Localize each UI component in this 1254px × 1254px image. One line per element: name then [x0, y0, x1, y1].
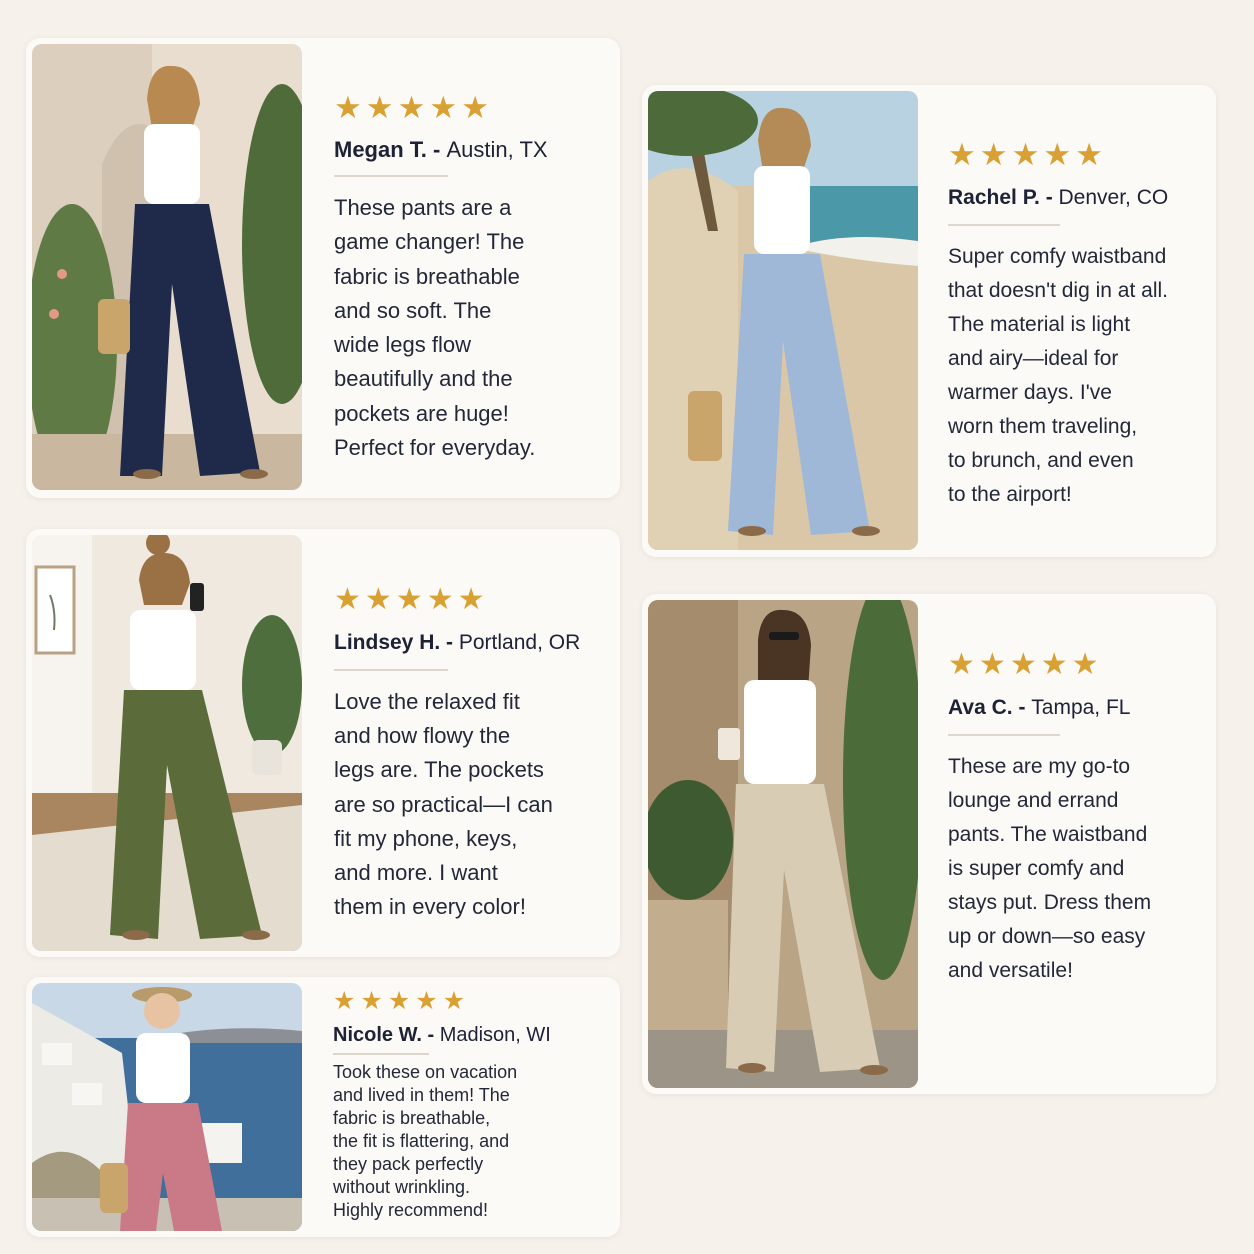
star-icon: ★	[333, 987, 361, 1015]
star-icon: ★	[360, 987, 388, 1015]
rating-stars: ★ ★ ★ ★ ★	[334, 92, 614, 123]
reviewer-name: Lindsey H.	[334, 631, 441, 654]
review-photo	[32, 535, 302, 951]
review-text: Love the relaxed fit and how flowy the l…	[334, 689, 553, 920]
star-icon: ★	[395, 583, 427, 616]
review-photo	[648, 91, 918, 550]
rating-stars: ★ ★ ★ ★ ★	[333, 989, 613, 1014]
review-photo	[648, 600, 918, 1088]
star-icon: ★	[948, 648, 979, 681]
reviewer-line: Rachel P. - Denver, CO	[948, 186, 1169, 209]
star-icon: ★	[387, 987, 416, 1015]
divider	[948, 224, 1060, 226]
star-icon: ★	[364, 583, 396, 616]
reviewer-location: Austin, TX	[446, 137, 548, 162]
review-photo	[32, 44, 302, 490]
divider	[333, 1053, 429, 1055]
star-icon: ★	[1071, 648, 1103, 681]
star-icon: ★	[415, 987, 443, 1015]
star-icon: ★	[429, 90, 462, 125]
review-card-megan: ★ ★ ★ ★ ★ Megan T. - Austin, TX These pa…	[26, 38, 620, 498]
reviewer-line: Nicole W. - Madison, WI	[333, 1024, 551, 1046]
divider	[334, 669, 448, 671]
star-icon: ★	[1011, 137, 1044, 172]
star-icon: ★	[1043, 137, 1076, 172]
rating-stars: ★ ★ ★ ★ ★	[948, 139, 1208, 170]
review-card-lindsey: ★ ★ ★ ★ ★ Lindsey H. - Portland, OR Love…	[26, 529, 620, 957]
reviewer-line: Lindsey H. - Portland, OR	[334, 631, 581, 654]
reviewer-location: Tampa, FL	[1031, 696, 1131, 719]
star-icon: ★	[457, 583, 489, 616]
star-icon: ★	[1075, 137, 1107, 172]
divider	[334, 175, 448, 177]
review-text: Super comfy waistband that doesn't dig i…	[948, 245, 1168, 506]
reviewer-name: Ava C.	[948, 696, 1013, 719]
rating-stars: ★ ★ ★ ★ ★	[334, 585, 614, 615]
reviewer-name: Megan T.	[334, 137, 427, 162]
star-icon: ★	[948, 137, 980, 172]
review-text: These are my go-to lounge and errand pan…	[948, 755, 1152, 982]
star-icon: ★	[1009, 648, 1041, 681]
star-icon: ★	[397, 90, 430, 125]
reviewer-location: Denver, CO	[1058, 186, 1169, 209]
star-icon: ★	[978, 648, 1010, 681]
rating-stars: ★ ★ ★ ★ ★	[948, 650, 1208, 680]
reviewer-name: Rachel P.	[948, 186, 1040, 209]
review-card-nicole: ★ ★ ★ ★ ★ Nicole W. - Madison, WI Took t…	[26, 977, 620, 1237]
reviewer-location: Madison, WI	[439, 1024, 551, 1046]
divider	[948, 734, 1060, 736]
star-icon: ★	[442, 987, 471, 1015]
star-icon: ★	[365, 90, 398, 125]
review-photo	[32, 983, 302, 1231]
reviewer-name: Nicole W.	[333, 1024, 422, 1046]
reviewer-location: Portland, OR	[458, 631, 581, 654]
star-icon: ★	[461, 90, 493, 125]
review-text: Took these on vacation and lived in them…	[333, 1062, 518, 1220]
reviewer-line: Megan T. - Austin, TX	[334, 137, 548, 162]
review-text: These pants are a game changer! The fabr…	[334, 195, 536, 461]
star-icon: ★	[426, 583, 458, 616]
star-icon: ★	[979, 137, 1012, 172]
review-card-ava: ★ ★ ★ ★ ★ Ava C. - Tampa, FL These are m…	[642, 594, 1216, 1094]
star-icon: ★	[334, 583, 365, 616]
star-icon: ★	[1040, 648, 1072, 681]
reviewer-line: Ava C. - Tampa, FL	[948, 696, 1131, 719]
review-card-rachel: ★ ★ ★ ★ ★ Rachel P. - Denver, CO Super c…	[642, 85, 1216, 557]
star-icon: ★	[334, 90, 366, 125]
